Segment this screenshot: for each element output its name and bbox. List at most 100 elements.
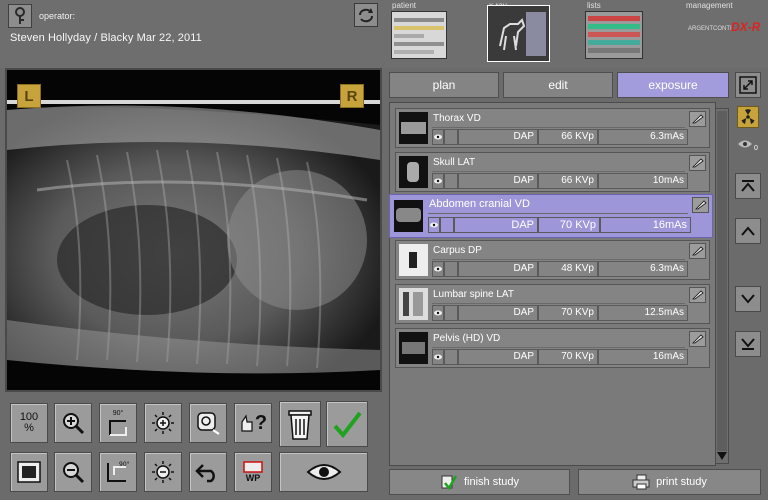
eye-toggle[interactable] — [432, 305, 444, 321]
zoom-100-unit: % — [24, 422, 34, 434]
zoom-out-button[interactable] — [54, 452, 92, 492]
exposure-name: Skull LAT — [432, 155, 685, 172]
finish-study-button[interactable]: finish study — [389, 469, 570, 495]
scroll-down-button[interactable] — [735, 286, 761, 312]
accept-button[interactable] — [326, 401, 368, 447]
edit-exposure-button[interactable] — [689, 155, 706, 171]
eye-toggle[interactable] — [432, 173, 444, 189]
left-marker: L — [17, 84, 41, 108]
expand-button[interactable] — [735, 72, 761, 98]
rotate-90-button[interactable]: 90° — [99, 403, 137, 443]
eye-small-icon — [434, 354, 442, 360]
view-button[interactable] — [279, 452, 368, 492]
exposure-name: Carpus DP — [432, 243, 685, 260]
eye-toggle[interactable] — [432, 129, 444, 145]
exposure-row-thorax[interactable]: Thorax VD DAP 66 KVp 6.3mAs — [395, 108, 710, 148]
arrow-bottom-icon — [741, 338, 755, 350]
edit-exposure-button[interactable] — [689, 331, 706, 347]
exposure-row-abdomen-selected[interactable]: Abdomen cranial VD DAP 70 KVp 16mAs — [389, 194, 713, 238]
rotate-90-ccw-button[interactable]: 90° — [99, 452, 137, 492]
patient-info: Steven Hollyday / Blacky Mar 22, 2011 — [10, 32, 202, 44]
magnifier-window-icon — [197, 412, 220, 435]
radiation-button[interactable] — [737, 106, 759, 128]
dap-value: DAP — [458, 349, 538, 365]
nav-lists-label: lists — [587, 1, 601, 10]
kvp-value: 70 KVp — [538, 217, 600, 233]
scrollbar-track[interactable] — [717, 111, 727, 451]
edit-exposure-button[interactable] — [689, 243, 706, 259]
refresh-button[interactable] — [354, 3, 378, 27]
window-preset-label: WP — [245, 473, 261, 483]
exposure-row-skull[interactable]: Skull LAT DAP 66 KVp 10mAs — [395, 152, 710, 192]
eye-toggle[interactable] — [432, 349, 444, 365]
arrow-top-icon — [741, 180, 755, 192]
mas-value: 10mAs — [598, 173, 688, 189]
brightness-down-button[interactable] — [144, 452, 182, 492]
operator-key-button[interactable] — [8, 4, 32, 28]
status-cell — [444, 261, 458, 277]
pencil-icon — [691, 114, 704, 124]
brightness-up-button[interactable] — [144, 403, 182, 443]
print-icon — [632, 474, 650, 490]
eye-icon — [738, 140, 752, 148]
eye-small-icon — [434, 134, 442, 140]
scroll-top-button[interactable] — [735, 173, 761, 199]
finish-study-icon — [441, 475, 458, 490]
radiation-icon — [741, 109, 755, 124]
trash-icon — [288, 410, 312, 440]
status-cell — [444, 305, 458, 321]
edit-exposure-button[interactable] — [689, 287, 706, 303]
trash-button[interactable] — [279, 401, 321, 447]
pencil-icon — [691, 290, 704, 300]
pencil-icon — [691, 334, 704, 344]
eye-toggle[interactable] — [428, 217, 440, 233]
kvp-value: 70 KVp — [538, 305, 598, 321]
print-study-button[interactable]: print study — [578, 469, 761, 495]
window-preset-button[interactable]: WP — [234, 452, 272, 492]
exposure-name: Pelvis (HD) VD — [432, 331, 685, 348]
xray-viewer[interactable]: L R — [5, 68, 382, 392]
pencil-icon — [691, 158, 704, 168]
status-cell — [440, 217, 454, 233]
exposure-thumbnail — [399, 288, 428, 320]
checkmark-icon — [333, 411, 362, 439]
exposure-row-carpus[interactable]: Carpus DP DAP 48 KVp 6.3mAs — [395, 240, 710, 280]
nav-xray-thumbnail[interactable] — [487, 5, 550, 62]
eye-toggle[interactable] — [432, 261, 444, 277]
scroll-down-icon[interactable] — [716, 451, 728, 461]
zoom-in-button[interactable] — [54, 403, 92, 443]
pencil-icon — [691, 246, 704, 256]
scroll-up-button[interactable] — [735, 218, 761, 244]
operator-label: operator: — [39, 11, 76, 21]
print-study-label: print study — [656, 476, 707, 488]
tab-edit[interactable]: edit — [503, 72, 613, 98]
fit-screen-button[interactable] — [10, 452, 48, 492]
chevron-up-icon — [741, 226, 755, 236]
exposure-row-pelvis[interactable]: Pelvis (HD) VD DAP 70 KVp 16mAs — [395, 328, 710, 368]
exposure-row-lumbar[interactable]: Lumbar spine LAT DAP 70 KVp 12.5mAs — [395, 284, 710, 324]
edit-exposure-button[interactable] — [692, 197, 709, 213]
nav-lists-thumbnail[interactable] — [585, 11, 643, 59]
exposure-thumbnail — [399, 332, 428, 364]
zoom-100-button[interactable]: 100 % — [10, 403, 48, 443]
undo-button[interactable] — [189, 452, 227, 492]
mas-value: 6.3mAs — [598, 261, 688, 277]
svg-text:90°: 90° — [119, 461, 130, 468]
eye-small-icon — [434, 310, 442, 316]
edit-exposure-button[interactable] — [689, 111, 706, 127]
brand-prefix: ARGENTCONTI — [688, 26, 732, 32]
eye-small-icon — [434, 178, 442, 184]
tab-exposure[interactable]: exposure — [617, 72, 729, 98]
nav-patient-thumbnail[interactable] — [391, 11, 447, 59]
eye-count-badge: 0 — [754, 144, 758, 152]
magnifier-window-button[interactable] — [189, 403, 227, 443]
list-scrollbar[interactable] — [715, 108, 729, 464]
help-button[interactable]: ? — [234, 403, 272, 443]
dap-value: DAP — [458, 129, 538, 145]
status-cell — [444, 129, 458, 145]
xray-image — [7, 70, 380, 390]
tab-plan[interactable]: plan — [389, 72, 499, 98]
scroll-bottom-button[interactable] — [735, 331, 761, 357]
brightness-down-icon — [152, 461, 174, 483]
exposure-name: Abdomen cranial VD — [428, 197, 688, 214]
